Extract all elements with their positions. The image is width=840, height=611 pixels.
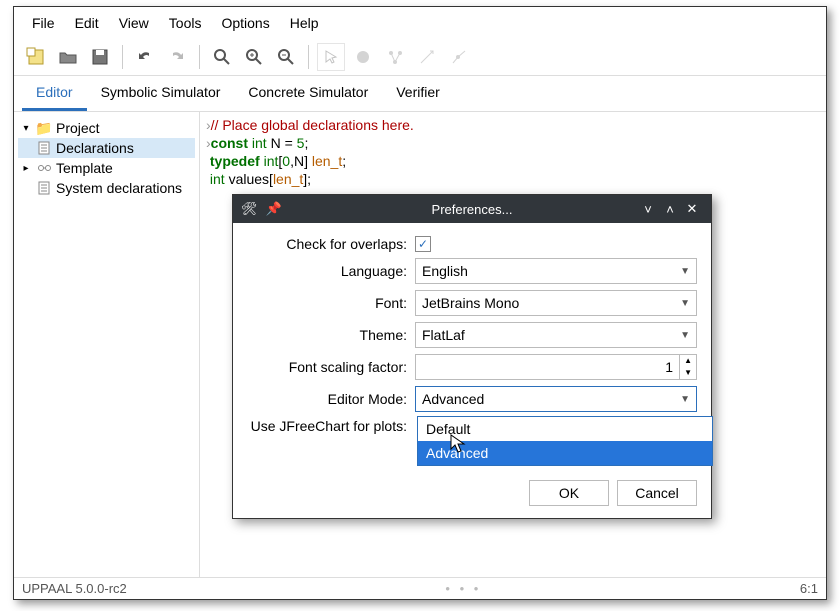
new-file-icon[interactable] [22,43,50,71]
menu-help[interactable]: Help [280,11,329,35]
tree-label: System declarations [56,180,182,196]
code-comment: // Place global declarations here. [211,117,414,133]
label-language: Language: [247,263,407,279]
tab-symbolic-simulator[interactable]: Symbolic Simulator [87,76,235,111]
tree-label: Project [56,120,100,136]
dialog-titlebar[interactable]: 🛠 📌 Preferences... ˅ ˄ ✕ [233,195,711,223]
menu-tools[interactable]: Tools [159,11,212,35]
option-advanced[interactable]: Advanced [418,441,712,465]
editor-mode-dropdown[interactable]: Default Advanced [417,416,713,466]
checkbox-overlaps[interactable]: ✓ [415,236,431,252]
redo-icon[interactable] [163,43,191,71]
combo-editor-mode[interactable]: Advanced ▼ [415,386,697,412]
menu-file[interactable]: File [22,11,65,35]
combo-font[interactable]: JetBrains Mono ▼ [415,290,697,316]
label-scaling: Font scaling factor: [247,359,407,375]
combo-value: English [422,263,468,279]
label-jfreechart: Use JFreeChart for plots: [247,418,407,434]
edge-tool-icon[interactable] [413,43,441,71]
tree-project[interactable]: ▾📁Project [18,118,195,138]
minimize-icon[interactable]: ˅ [637,202,659,217]
tree-declarations[interactable]: Declarations [18,138,195,158]
label-font: Font: [247,295,407,311]
close-icon[interactable]: ✕ [681,201,703,217]
chevron-down-icon: ▼ [680,266,690,277]
save-icon[interactable] [86,43,114,71]
combo-value: Advanced [422,391,484,407]
cancel-button[interactable]: Cancel [617,480,697,506]
statusbar: UPPAAL 5.0.0-rc2 • • • 6:1 [14,577,826,599]
menu-options[interactable]: Options [211,11,279,35]
template-icon [36,160,52,176]
label-editor-mode: Editor Mode: [247,391,407,407]
menu-edit[interactable]: Edit [65,11,109,35]
tab-concrete-simulator[interactable]: Concrete Simulator [234,76,382,111]
folder-icon: 📁 [36,120,52,136]
tree-template[interactable]: ▸Template [18,158,195,178]
app-icon: 🛠 [241,201,258,217]
combo-language[interactable]: English ▼ [415,258,697,284]
open-file-icon[interactable] [54,43,82,71]
combo-theme[interactable]: FlatLaf ▼ [415,322,697,348]
project-tree[interactable]: ▾📁Project Declarations ▸Template System … [14,112,200,577]
spin-up-icon[interactable]: ▲ [680,355,696,367]
select-tool-icon[interactable] [317,43,345,71]
ok-button[interactable]: OK [529,480,609,506]
status-cursor-pos: 6:1 [800,581,818,596]
tab-verifier[interactable]: Verifier [382,76,454,111]
label-theme: Theme: [247,327,407,343]
menu-view[interactable]: View [109,11,159,35]
status-version: UPPAAL 5.0.0-rc2 [22,581,127,596]
location-tool-icon[interactable] [349,43,377,71]
maximize-icon[interactable]: ˄ [659,202,681,217]
nail-tool-icon[interactable] [445,43,473,71]
pin-icon[interactable]: 📌 [266,201,282,217]
menubar: File Edit View Tools Options Help [14,7,826,39]
document-icon [36,140,52,156]
option-default[interactable]: Default [418,417,712,441]
chevron-down-icon: ▼ [680,330,690,341]
dialog-body: Check for overlaps: ✓ Language: English ▼… [233,223,711,518]
zoom-icon[interactable] [208,43,236,71]
zoom-in-icon[interactable] [240,43,268,71]
tree-system-declarations[interactable]: System declarations [18,178,195,198]
spin-down-icon[interactable]: ▼ [680,367,696,379]
preferences-dialog: 🛠 📌 Preferences... ˅ ˄ ✕ Check for overl… [232,194,712,519]
chevron-down-icon: ▼ [680,394,690,405]
tab-editor[interactable]: Editor [22,76,87,111]
chevron-down-icon: ▼ [680,298,690,309]
spinner-buttons[interactable]: ▲▼ [680,354,697,380]
combo-value: FlatLaf [422,327,465,343]
toolbar [14,39,826,76]
status-handle[interactable]: • • • [445,581,481,596]
document-icon [36,180,52,196]
zoom-out-icon[interactable] [272,43,300,71]
branch-tool-icon[interactable] [381,43,409,71]
label-overlaps: Check for overlaps: [247,236,407,252]
tree-label: Template [56,160,113,176]
undo-icon[interactable] [131,43,159,71]
tabbar: Editor Symbolic Simulator Concrete Simul… [14,76,826,112]
input-scaling[interactable] [415,354,680,380]
tree-label: Declarations [56,140,134,156]
combo-value: JetBrains Mono [422,295,519,311]
